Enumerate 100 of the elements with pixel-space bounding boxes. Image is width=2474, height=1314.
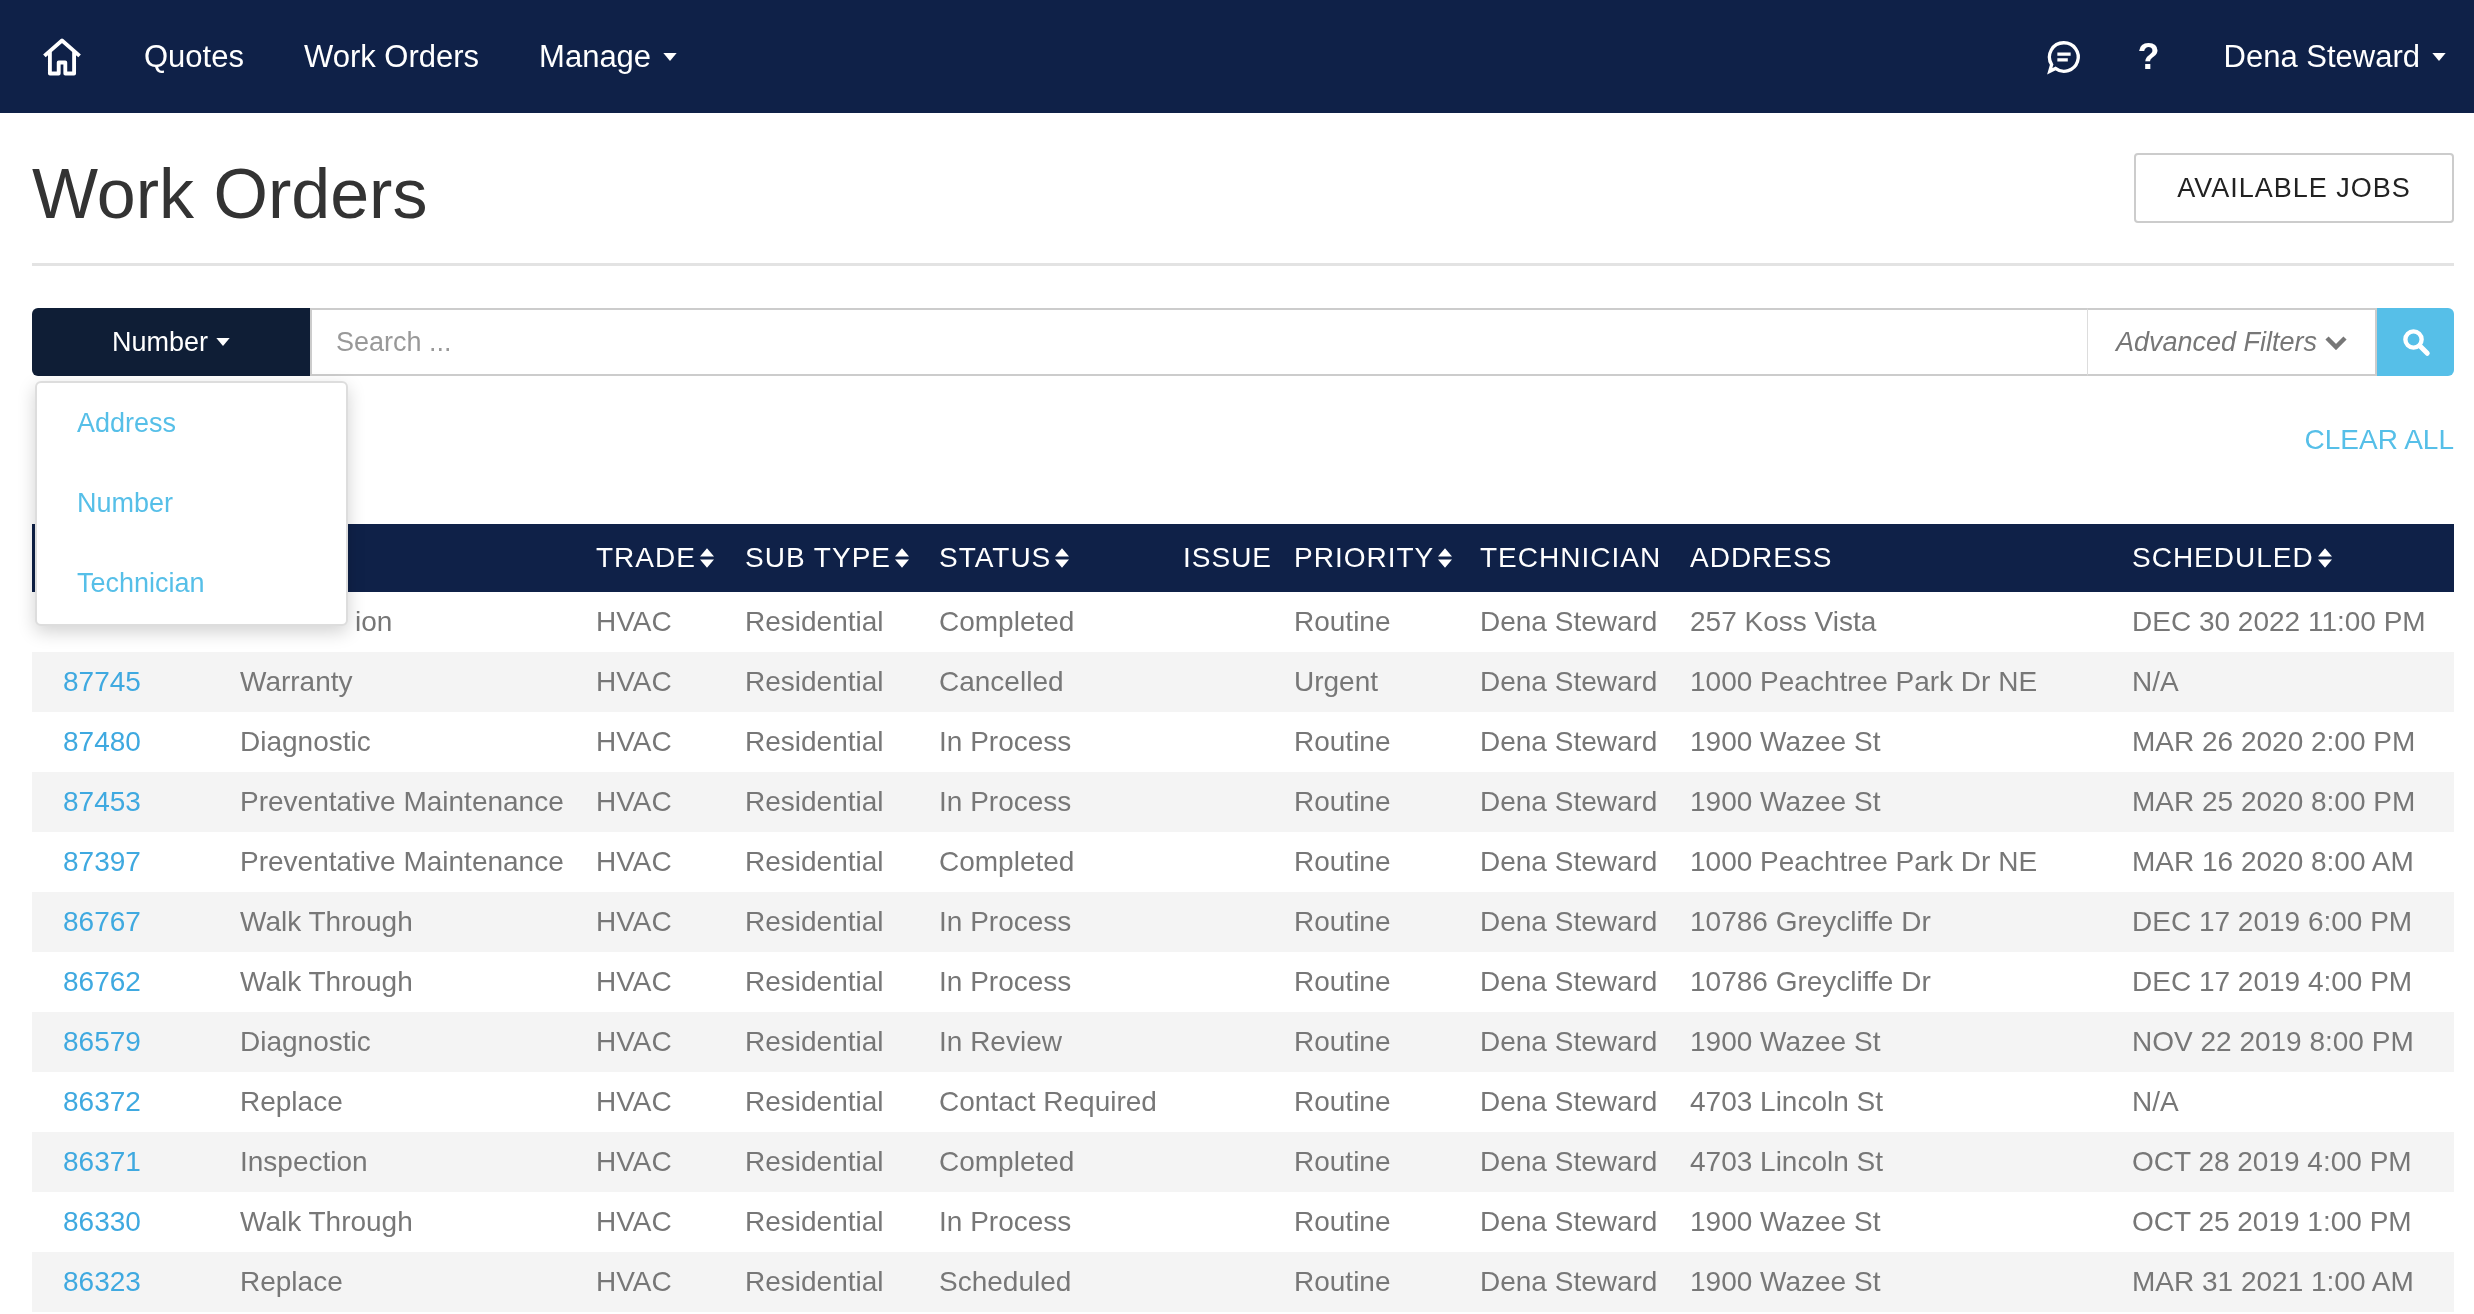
table-cell: HVAC <box>596 606 672 637</box>
table-cell: In Process <box>939 906 1072 937</box>
search-field-dropdown[interactable]: Number <box>32 308 310 376</box>
user-menu[interactable]: Dena Steward <box>2223 38 2446 75</box>
table-cell-text: ion <box>354 606 393 637</box>
advanced-filters-button[interactable]: Advanced Filters <box>2087 308 2377 376</box>
help-icon[interactable]: ? <box>2137 35 2160 78</box>
column-header[interactable]: SUB TYPE <box>745 542 909 574</box>
table-cell: Residential <box>745 786 884 817</box>
table-cell: Walk Through <box>240 1206 413 1237</box>
table-cell: Residential <box>745 1146 884 1177</box>
table-cell: 1900 Wazee St <box>1690 1026 1881 1057</box>
work-order-link[interactable]: 86762 <box>63 966 141 997</box>
table-cell: Walk Through <box>240 906 413 937</box>
table-cell: 1000 Peachtree Park Dr NE <box>1690 846 2038 877</box>
table-cell: Warranty <box>240 666 353 697</box>
table-cell: HVAC <box>596 846 672 877</box>
table-cell: Preventative Maintenance <box>240 846 564 877</box>
table-cell: Dena Steward <box>1480 1086 1658 1117</box>
table-cell: 1900 Wazee St <box>1690 1206 1881 1237</box>
table-cell: Residential <box>745 726 884 757</box>
table-cell: Completed <box>939 606 1075 637</box>
table-cell: Contact Required <box>939 1086 1157 1117</box>
menu-item[interactable]: Number <box>77 488 174 519</box>
table-cell: Dena Steward <box>1480 666 1658 697</box>
caret-icon <box>663 52 678 61</box>
table-cell: Residential <box>745 966 884 997</box>
work-order-link[interactable]: 86323 <box>63 1266 141 1297</box>
sort-icon <box>1438 548 1453 568</box>
work-order-link[interactable]: 86767 <box>63 906 141 937</box>
table-cell: HVAC <box>596 786 672 817</box>
column-header[interactable]: SCHEDULED <box>2132 542 2332 574</box>
table-cell: HVAC <box>596 906 672 937</box>
work-order-link[interactable]: 87453 <box>63 786 141 817</box>
column-header[interactable]: STATUS <box>939 542 1070 574</box>
column-header[interactable]: TRADE <box>596 542 714 574</box>
work-order-link[interactable]: 87397 <box>63 846 141 877</box>
table-cell: Dena Steward <box>1480 786 1658 817</box>
table-cell: DEC 17 2019 4:00 PM <box>2132 966 2413 997</box>
table-cell: 257 Koss Vista <box>1690 606 1877 637</box>
table-cell: N/A <box>2132 666 2179 697</box>
nav-link[interactable]: Quotes <box>144 38 244 75</box>
menu-item[interactable]: Address <box>77 407 177 439</box>
table-cell: 1900 Wazee St <box>1690 786 1881 817</box>
table-cell: HVAC <box>596 1146 672 1177</box>
table-cell: Routine <box>1294 786 1391 817</box>
table-cell: Dena Steward <box>1480 726 1658 757</box>
available-jobs-button[interactable]: AVAILABLE JOBS <box>2134 153 2454 223</box>
work-order-link[interactable]: 86372 <box>63 1086 141 1117</box>
caret-icon <box>216 338 230 346</box>
table-cell: Replace <box>240 1086 343 1117</box>
table-cell: Urgent <box>1294 666 1379 697</box>
work-order-link[interactable]: 86579 <box>63 1026 141 1057</box>
table-cell: HVAC <box>596 1266 672 1297</box>
table-cell: Routine <box>1294 1086 1391 1117</box>
table-cell: Scheduled <box>939 1266 1072 1297</box>
table-cell: Residential <box>745 1206 884 1237</box>
work-order-link[interactable]: 87745 <box>63 666 141 697</box>
column-header: ISSUE <box>1183 542 1273 574</box>
table-cell: 1000 Peachtree Park Dr NE <box>1690 666 2038 697</box>
table-cell: Dena Steward <box>1480 906 1658 937</box>
table-cell: Dena Steward <box>1480 1206 1658 1237</box>
table-cell: Residential <box>745 1026 884 1057</box>
work-order-link[interactable]: 87480 <box>63 726 141 757</box>
work-order-link[interactable]: 86330 <box>63 1206 141 1237</box>
table-cell: Dena Steward <box>1480 606 1658 637</box>
table-cell: DEC 30 2022 11:00 PM <box>2132 606 2426 637</box>
table-cell: In Process <box>939 726 1072 757</box>
table-cell: OCT 25 2019 1:00 PM <box>2132 1206 2412 1237</box>
table-cell: 1900 Wazee St <box>1690 726 1881 757</box>
table-cell: Dena Steward <box>1480 1146 1658 1177</box>
table-cell: Residential <box>745 1266 884 1297</box>
table-cell: Completed <box>939 846 1075 877</box>
table-cell: Dena Steward <box>1480 846 1658 877</box>
table-cell: Preventative Maintenance <box>240 786 564 817</box>
nav-link[interactable]: Work Orders <box>303 38 480 75</box>
table-cell: MAR 16 2020 8:00 AM <box>2132 846 2414 877</box>
column-header[interactable]: PRIORITY <box>1294 542 1453 574</box>
manage-menu[interactable]: Manage <box>539 38 678 75</box>
work-order-link[interactable]: 86371 <box>63 1146 141 1177</box>
table-cell: Routine <box>1294 1026 1391 1057</box>
table-cell: HVAC <box>596 1086 672 1117</box>
table-cell: In Review <box>939 1026 1062 1057</box>
clear-all-link[interactable]: CLEAR ALL <box>2304 424 2454 460</box>
table-cell: In Process <box>939 786 1072 817</box>
table-cell: Residential <box>745 906 884 937</box>
table-cell: Residential <box>745 1086 884 1117</box>
table-cell: Completed <box>939 1146 1075 1177</box>
sort-icon <box>1055 548 1070 568</box>
table-cell: MAR 31 2021 1:00 AM <box>2132 1266 2414 1297</box>
search-icon <box>2400 327 2431 357</box>
menu-item[interactable]: Technician <box>77 568 205 600</box>
sort-icon <box>2317 548 2332 568</box>
sort-icon <box>895 548 909 568</box>
search-field[interactable]: Search ... <box>310 308 2087 376</box>
table-cell: Dena Steward <box>1480 1266 1658 1297</box>
table-cell: MAR 25 2020 8:00 PM <box>2132 786 2416 817</box>
table-cell: HVAC <box>596 1026 672 1057</box>
table-cell: Dena Steward <box>1480 966 1658 997</box>
table-cell: DEC 17 2019 6:00 PM <box>2132 906 2413 937</box>
